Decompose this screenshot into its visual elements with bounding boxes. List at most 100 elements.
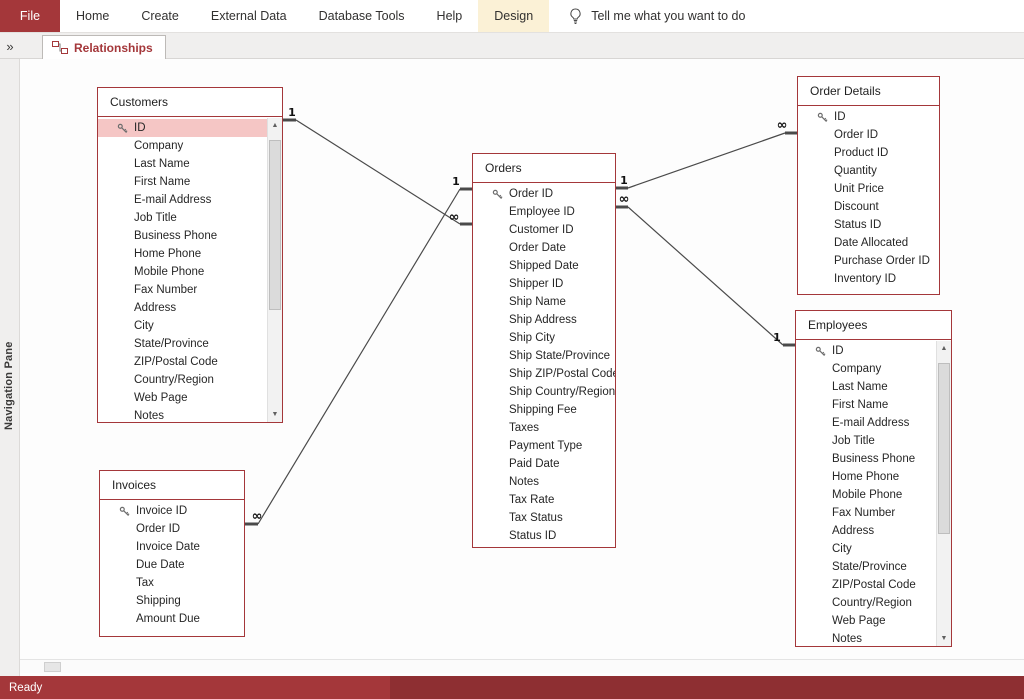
field-id[interactable]: ID <box>98 119 267 137</box>
field-discount[interactable]: Discount <box>798 198 939 216</box>
scroll-thumb[interactable] <box>938 363 950 534</box>
field-web-page[interactable]: Web Page <box>796 612 936 630</box>
field-notes[interactable]: Notes <box>473 473 615 491</box>
field-last-name[interactable]: Last Name <box>796 378 936 396</box>
field-ship-name[interactable]: Ship Name <box>473 293 615 311</box>
field-job-title[interactable]: Job Title <box>98 209 267 227</box>
field-status-id[interactable]: Status ID <box>798 216 939 234</box>
field-quantity[interactable]: Quantity <box>798 162 939 180</box>
field-business-phone[interactable]: Business Phone <box>98 227 267 245</box>
table-orders[interactable]: Orders Order IDEmployee IDCustomer IDOrde… <box>472 153 616 548</box>
field-shipping-fee[interactable]: Shipping Fee <box>473 401 615 419</box>
field-paid-date[interactable]: Paid Date <box>473 455 615 473</box>
field-shipped-date[interactable]: Shipped Date <box>473 257 615 275</box>
relationships-canvas[interactable]: 1∞1∞1∞∞1 CustomersIDCompanyLast NameFirs… <box>20 59 1024 676</box>
relationship-orders-order-details[interactable]: 1∞ <box>616 118 797 188</box>
field-mobile-phone[interactable]: Mobile Phone <box>98 263 267 281</box>
scroll-track[interactable] <box>268 133 282 407</box>
table-title[interactable]: Invoices <box>100 471 244 500</box>
scroll-thumb[interactable] <box>269 140 281 310</box>
file-tab[interactable]: File <box>0 0 60 32</box>
table-invoices[interactable]: Invoices Invoice IDOrder IDInvoice DateDu… <box>99 470 245 637</box>
field-order-id[interactable]: Order ID <box>473 185 615 203</box>
field-shipper-id[interactable]: Shipper ID <box>473 275 615 293</box>
ribbon-tab-design[interactable]: Design <box>478 0 549 32</box>
field-payment-type[interactable]: Payment Type <box>473 437 615 455</box>
field-tax-rate[interactable]: Tax Rate <box>473 491 615 509</box>
table-title[interactable]: Order Details <box>798 77 939 106</box>
scroll-down-arrow[interactable]: ▼ <box>937 631 951 646</box>
field-country-region[interactable]: Country/Region <box>796 594 936 612</box>
field-city[interactable]: City <box>98 317 267 335</box>
navpane-expand-button[interactable]: » <box>0 33 20 59</box>
field-home-phone[interactable]: Home Phone <box>98 245 267 263</box>
field-amount-due[interactable]: Amount Due <box>100 610 244 628</box>
field-e-mail-address[interactable]: E-mail Address <box>796 414 936 432</box>
table-employees[interactable]: EmployeesIDCompanyLast NameFirst NameE-m… <box>795 310 952 647</box>
field-customer-id[interactable]: Customer ID <box>473 221 615 239</box>
scroll-up-arrow[interactable]: ▲ <box>937 341 951 356</box>
field-invoice-id[interactable]: Invoice ID <box>100 502 244 520</box>
field-address[interactable]: Address <box>796 522 936 540</box>
field-taxes[interactable]: Taxes <box>473 419 615 437</box>
field-address[interactable]: Address <box>98 299 267 317</box>
field-ship-zip-postal-code[interactable]: Ship ZIP/Postal Code <box>473 365 615 383</box>
field-notes[interactable]: Notes <box>796 630 936 648</box>
table-title[interactable]: Customers <box>98 88 282 117</box>
navigation-pane-collapsed[interactable]: Navigation Pane <box>0 59 20 676</box>
field-notes[interactable]: Notes <box>98 407 267 425</box>
field-first-name[interactable]: First Name <box>98 173 267 191</box>
field-city[interactable]: City <box>796 540 936 558</box>
field-zip-postal-code[interactable]: ZIP/Postal Code <box>98 353 267 371</box>
ribbon-tab-home[interactable]: Home <box>60 0 125 32</box>
field-invoice-date[interactable]: Invoice Date <box>100 538 244 556</box>
field-last-name[interactable]: Last Name <box>98 155 267 173</box>
field-shipping[interactable]: Shipping <box>100 592 244 610</box>
table-title[interactable]: Orders <box>473 154 615 183</box>
scroll-up-arrow[interactable]: ▲ <box>268 118 282 133</box>
field-company[interactable]: Company <box>796 360 936 378</box>
field-country-region[interactable]: Country/Region <box>98 371 267 389</box>
field-tax-status[interactable]: Tax Status <box>473 509 615 527</box>
field-ship-city[interactable]: Ship City <box>473 329 615 347</box>
relationship-orders-employees[interactable]: ∞1 <box>616 192 795 345</box>
field-employee-id[interactable]: Employee ID <box>473 203 615 221</box>
tab-relationships[interactable]: Relationships <box>42 35 166 59</box>
horizontal-scrollbar[interactable] <box>20 659 1024 673</box>
table-customers[interactable]: Customers IDCompanyLast NameFirst NameE-m… <box>97 87 283 423</box>
tell-me[interactable]: Tell me what you want to do <box>555 0 759 32</box>
field-status-id[interactable]: Status ID <box>473 527 615 545</box>
field-home-phone[interactable]: Home Phone <box>796 468 936 486</box>
field-inventory-id[interactable]: Inventory ID <box>798 270 939 288</box>
field-business-phone[interactable]: Business Phone <box>796 450 936 468</box>
field-job-title[interactable]: Job Title <box>796 432 936 450</box>
field-ship-country-region[interactable]: Ship Country/Region <box>473 383 615 401</box>
relationship-customers-orders[interactable]: 1∞ <box>283 106 472 225</box>
scroll-down-arrow[interactable]: ▼ <box>268 407 282 422</box>
ribbon-tab-external-data[interactable]: External Data <box>195 0 303 32</box>
field-fax-number[interactable]: Fax Number <box>98 281 267 299</box>
field-order-date[interactable]: Order Date <box>473 239 615 257</box>
field-id[interactable]: ID <box>796 342 936 360</box>
scroll-track[interactable] <box>937 356 951 631</box>
field-fax-number[interactable]: Fax Number <box>796 504 936 522</box>
ribbon-tab-database-tools[interactable]: Database Tools <box>303 0 421 32</box>
field-order-id[interactable]: Order ID <box>100 520 244 538</box>
field-due-date[interactable]: Due Date <box>100 556 244 574</box>
table-vertical-scrollbar[interactable]: ▲▼ <box>267 118 282 422</box>
field-web-page[interactable]: Web Page <box>98 389 267 407</box>
field-ship-address[interactable]: Ship Address <box>473 311 615 329</box>
field-mobile-phone[interactable]: Mobile Phone <box>796 486 936 504</box>
table-order-details[interactable]: Order DetailsIDOrder IDProduct IDQuantit… <box>797 76 940 295</box>
ribbon-tab-help[interactable]: Help <box>421 0 479 32</box>
horizontal-scrollbar-thumb[interactable] <box>44 662 61 672</box>
field-e-mail-address[interactable]: E-mail Address <box>98 191 267 209</box>
field-date-allocated[interactable]: Date Allocated <box>798 234 939 252</box>
field-unit-price[interactable]: Unit Price <box>798 180 939 198</box>
field-id[interactable]: ID <box>798 108 939 126</box>
field-state-province[interactable]: State/Province <box>98 335 267 353</box>
field-order-id[interactable]: Order ID <box>798 126 939 144</box>
field-first-name[interactable]: First Name <box>796 396 936 414</box>
ribbon-tab-create[interactable]: Create <box>125 0 195 32</box>
field-company[interactable]: Company <box>98 137 267 155</box>
